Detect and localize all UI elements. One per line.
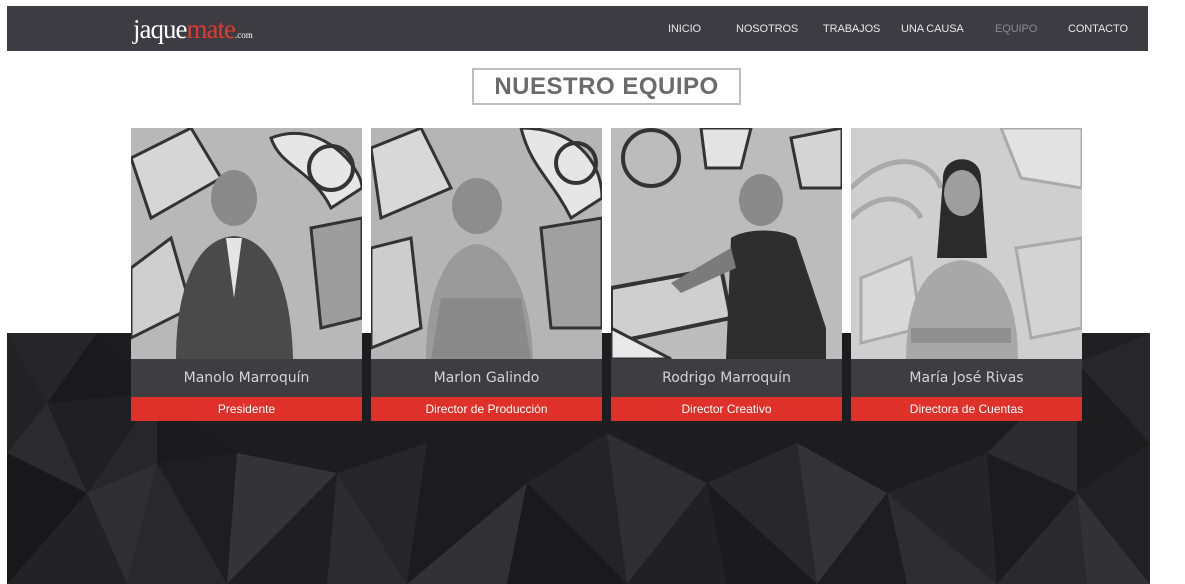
photo-placeholder-icon — [371, 128, 602, 359]
photo-placeholder-icon — [851, 128, 1082, 359]
member-name: Manolo Marroquín — [131, 359, 362, 397]
nav-item-equipo[interactable]: EQUIPO — [995, 22, 1037, 36]
logo-accent-text: mate — [186, 14, 235, 44]
team-card-1[interactable]: Manolo Marroquín Presidente — [131, 128, 362, 422]
team-card-2[interactable]: Marlon Galindo Director de Producción — [371, 128, 602, 422]
nav-item-contacto[interactable]: CONTACTO — [1068, 22, 1128, 36]
nav-item-una-causa[interactable]: UNA CAUSA — [901, 22, 964, 36]
photo-placeholder-icon — [131, 128, 362, 359]
nav-item-trabajos[interactable]: TRABAJOS — [823, 22, 880, 36]
member-name: María José Rivas — [851, 359, 1082, 397]
member-role: Director Creativo — [611, 397, 842, 421]
nav-item-inicio[interactable]: INICIO — [668, 22, 701, 36]
member-role: Presidente — [131, 397, 362, 421]
section-title: NUESTRO EQUIPO — [472, 68, 741, 105]
top-navbar: jaquemate.com INICIO NOSOTROS TRABAJOS U… — [7, 6, 1148, 51]
photo-placeholder-icon — [611, 128, 842, 359]
member-role: Director de Producción — [371, 397, 602, 421]
person-photo — [611, 128, 842, 359]
logo-suffix-text: .com — [234, 30, 253, 40]
nav-item-nosotros[interactable]: NOSOTROS — [736, 22, 798, 36]
member-name: Marlon Galindo — [371, 359, 602, 397]
logo-main-text: jaque — [133, 14, 187, 44]
person-photo — [131, 128, 362, 359]
person-photo — [371, 128, 602, 359]
person-photo — [851, 128, 1082, 359]
team-card-3[interactable]: Rodrigo Marroquín Director Creativo — [611, 128, 842, 422]
member-name: Rodrigo Marroquín — [611, 359, 842, 397]
site-logo[interactable]: jaquemate.com — [133, 12, 253, 46]
member-role: Directora de Cuentas — [851, 397, 1082, 421]
team-card-4[interactable]: María José Rivas Directora de Cuentas — [851, 128, 1082, 422]
